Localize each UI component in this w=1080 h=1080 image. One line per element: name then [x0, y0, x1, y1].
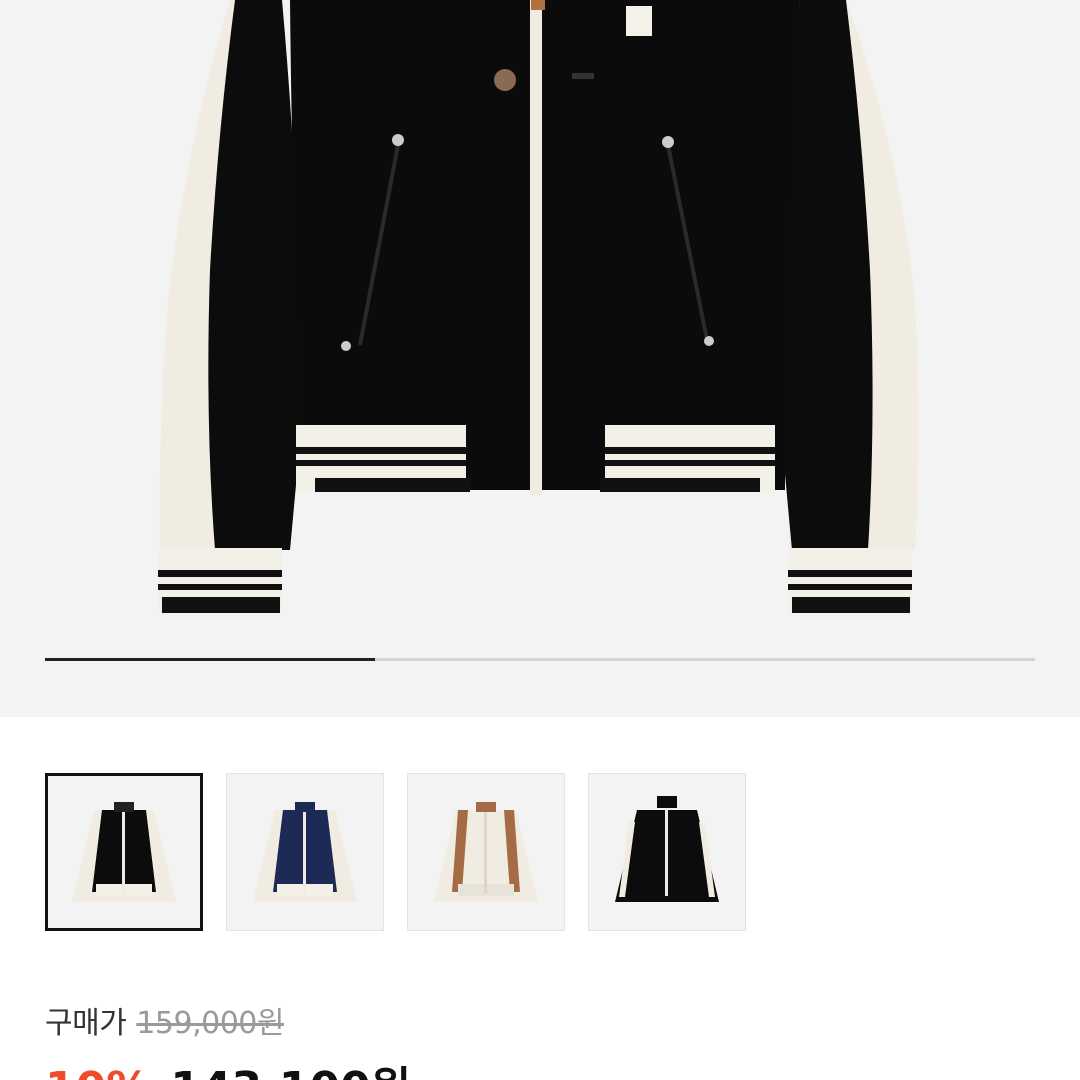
image-progress-track: [45, 658, 1035, 661]
jacket-thumb-image: [615, 796, 719, 902]
jacket-main-image: [158, 0, 919, 613]
jacket-thumb-image: [253, 802, 357, 902]
thumbnail-black-stripe[interactable]: [588, 773, 746, 931]
image-progress-fill: [45, 658, 375, 661]
price-label: 구매가: [45, 1006, 127, 1041]
thumbnail-navy-cream[interactable]: [226, 773, 384, 931]
discount-rate: 10%: [45, 1063, 150, 1080]
jacket-thumb-image: [72, 802, 176, 902]
sale-price-row: 10% 143,100원: [45, 1052, 411, 1080]
product-image-gallery[interactable]: [0, 0, 1080, 717]
sale-price: 143,100원: [170, 1052, 411, 1080]
thumbnail-cream-brown[interactable]: [407, 773, 565, 931]
original-price-row: 구매가 159,000원: [45, 998, 284, 1042]
price-section: 구매가 159,000원 10% 143,100원: [45, 998, 411, 1080]
original-price: 159,000원: [136, 1006, 284, 1041]
jacket-thumb-image: [434, 802, 538, 902]
thumbnail-black-cream[interactable]: [45, 773, 203, 931]
